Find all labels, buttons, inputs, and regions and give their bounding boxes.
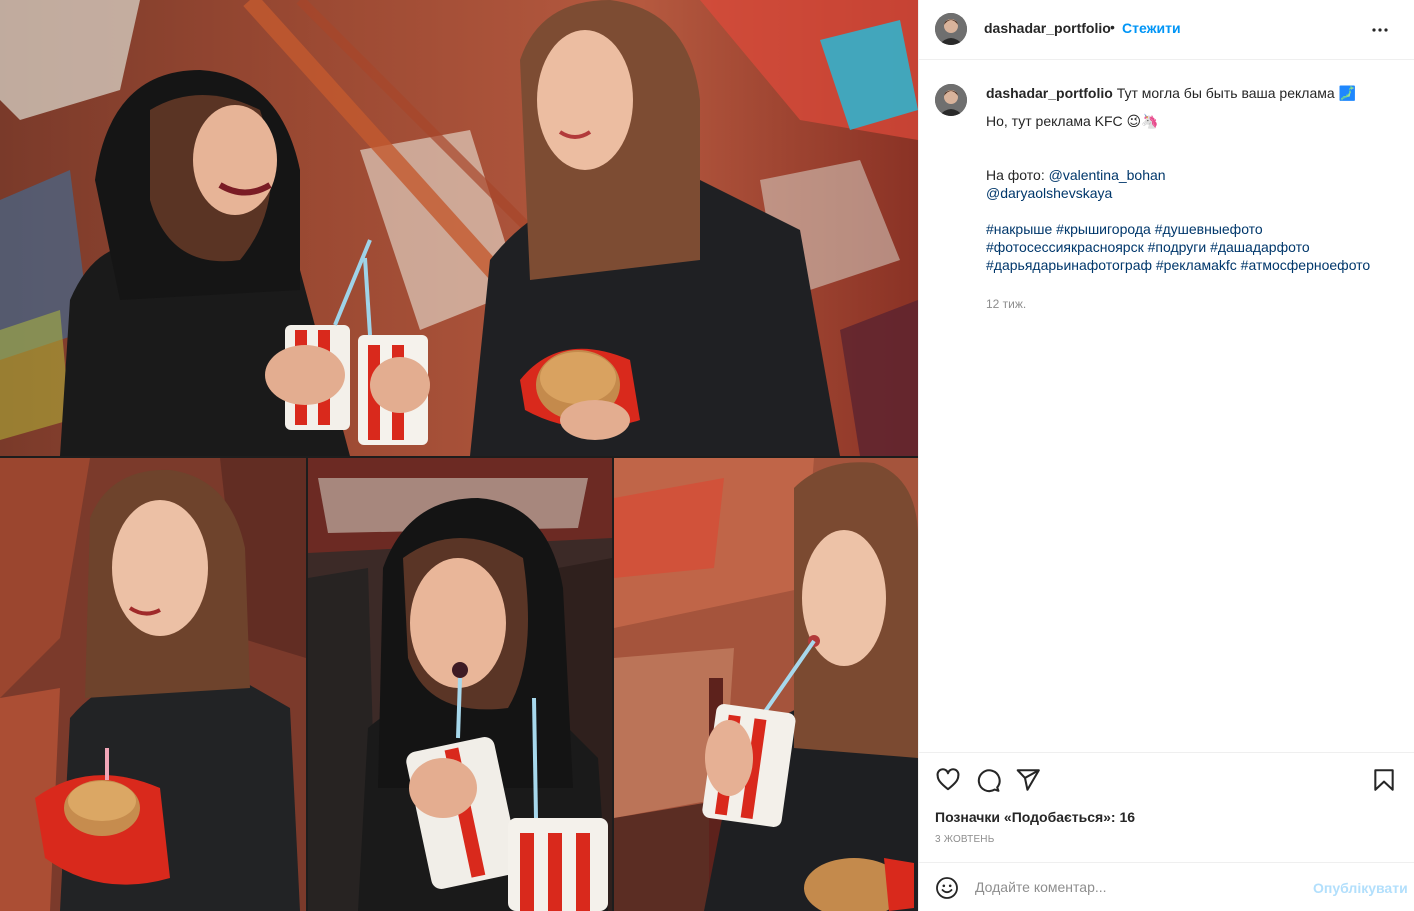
hashtags-line[interactable]: #фотосессиякрасноярск #подруги #дашадарф…	[986, 238, 1396, 256]
photo-girl-profile-straw	[614, 458, 918, 911]
mention-link[interactable]: @valentina_bohan	[1049, 167, 1166, 183]
comments-section: dashadar_portfolio Тут могла бы быть ваш…	[919, 60, 1414, 752]
action-bar: Позначки «Подобається»: 16 3 жовтень	[919, 752, 1414, 862]
follow-button[interactable]: Стежити	[1122, 20, 1181, 36]
caption-username[interactable]: dashadar_portfolio	[986, 85, 1113, 101]
publish-button[interactable]: Опублікувати	[1313, 880, 1408, 896]
heart-icon[interactable]	[935, 767, 961, 793]
add-comment-form: Опублікувати	[919, 862, 1414, 911]
bookmark-icon[interactable]	[1371, 767, 1397, 793]
photo-girl-drinking-hood	[308, 458, 612, 911]
post-caption: dashadar_portfolio Тут могла бы быть ваш…	[986, 84, 1396, 274]
smiley-icon[interactable]	[935, 876, 959, 900]
photo-two-friends-toast	[0, 0, 918, 456]
speech-bubble-icon[interactable]	[975, 767, 1001, 793]
header-separator: •	[1110, 19, 1115, 35]
paper-plane-icon[interactable]	[1015, 767, 1041, 793]
caption-author-avatar[interactable]	[935, 84, 967, 116]
mention-link[interactable]: @daryaolshevskaya	[986, 184, 1396, 202]
post-date[interactable]: 3 жовтень	[935, 834, 995, 845]
likes-count[interactable]: Позначки «Подобається»: 16	[935, 809, 1135, 825]
caption-photo-prefix: На фото:	[986, 167, 1049, 183]
caption-line-2: Но, тут реклама KFC 😉🦄	[986, 113, 1159, 129]
author-avatar[interactable]	[935, 13, 967, 45]
comment-input[interactable]	[975, 877, 1295, 897]
hashtags-line[interactable]: #накрыше #крышигорода #душевныефото	[986, 220, 1396, 238]
caption-time-ago[interactable]: 12 тиж.	[986, 297, 1026, 311]
photo-girl-with-burger	[0, 458, 306, 911]
post-header: dashadar_portfolio • Стежити	[919, 0, 1414, 60]
hashtags-line[interactable]: #дарьядарьинафотограф #рекламаkfc #атмос…	[986, 256, 1396, 274]
post-side-panel: dashadar_portfolio • Стежити dashadar_po…	[918, 0, 1414, 911]
more-horizontal-icon[interactable]	[1368, 18, 1392, 42]
post-media[interactable]	[0, 0, 918, 911]
author-username[interactable]: dashadar_portfolio	[984, 20, 1111, 36]
caption-line-1: Тут могла бы быть ваша реклама 🗾	[1116, 85, 1356, 101]
